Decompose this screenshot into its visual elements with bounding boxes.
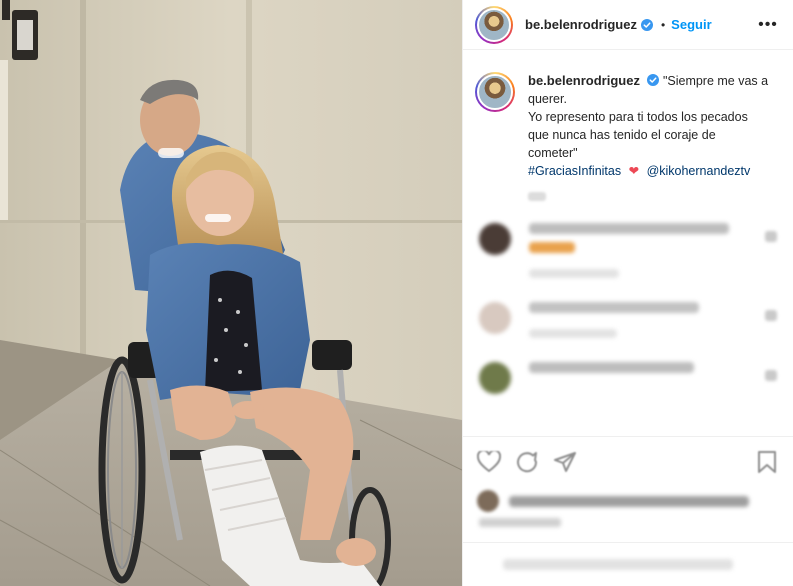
post-header: be.belenrodriguez • Seguir ••• [463, 0, 793, 50]
author-avatar[interactable] [475, 5, 513, 44]
verified-badge-icon [640, 18, 653, 31]
header-separator: • [660, 17, 666, 32]
verified-badge-icon [647, 74, 660, 86]
caption-avatar[interactable] [475, 72, 515, 112]
comment-item [475, 223, 779, 278]
heart-emoji: ❤ [628, 164, 640, 178]
bookmark-icon[interactable] [753, 448, 781, 476]
caption-line: "Siempre me vas a [662, 74, 769, 88]
caption-line: que nunca has tenido el coraje de [528, 128, 716, 142]
heart-icon[interactable] [765, 370, 777, 381]
commenter-avatar[interactable] [479, 362, 511, 394]
hashtag-link[interactable]: #GraciasInfinitas [528, 164, 621, 178]
post-photo[interactable] [0, 0, 462, 586]
caption-line: Yo represento para ti todos los pecados [528, 110, 748, 124]
comment-text-blurred [529, 362, 694, 373]
post-timestamp-blurred [479, 518, 561, 527]
action-bar [463, 436, 793, 486]
add-comment-bar[interactable] [463, 542, 793, 586]
comment-emoji-blurred [529, 242, 575, 253]
post-sidebar: be.belenrodriguez • Seguir ••• be.belenr… [462, 0, 793, 586]
comment-item [475, 302, 779, 338]
caption-text: be.belenrodriguez "Siempre me vas a quer… [528, 72, 768, 201]
post-image [0, 0, 462, 586]
comment-text-blurred [529, 223, 729, 234]
follow-button[interactable]: Seguir [671, 17, 711, 32]
comment-item [475, 362, 779, 394]
post-caption: be.belenrodriguez "Siempre me vas a quer… [475, 72, 779, 201]
share-icon[interactable] [551, 448, 579, 476]
comments-section[interactable]: be.belenrodriguez "Siempre me vas a quer… [463, 50, 793, 435]
commenter-avatar[interactable] [479, 302, 511, 334]
heart-icon[interactable] [475, 448, 503, 476]
comment-text-blurred [529, 302, 699, 313]
comment-meta-blurred [529, 269, 619, 278]
caption-username[interactable]: be.belenrodriguez [528, 73, 640, 88]
caption-timestamp-blurred [528, 192, 546, 201]
liker-avatar[interactable] [477, 490, 499, 512]
mention-link[interactable]: @kikohernandeztv [647, 164, 751, 178]
more-options-icon[interactable]: ••• [757, 14, 779, 36]
comment-icon[interactable] [513, 448, 541, 476]
caption-line: cometer" [528, 146, 578, 160]
add-comment-placeholder-blurred[interactable] [503, 559, 733, 570]
author-username[interactable]: be.belenrodriguez [525, 17, 637, 32]
likes-summary [477, 490, 779, 512]
comment-meta-blurred [529, 329, 617, 338]
caption-line: querer. [528, 92, 567, 106]
heart-icon[interactable] [765, 310, 777, 321]
heart-icon[interactable] [765, 231, 777, 242]
likes-text-blurred[interactable] [509, 495, 749, 507]
commenter-avatar[interactable] [479, 223, 511, 255]
